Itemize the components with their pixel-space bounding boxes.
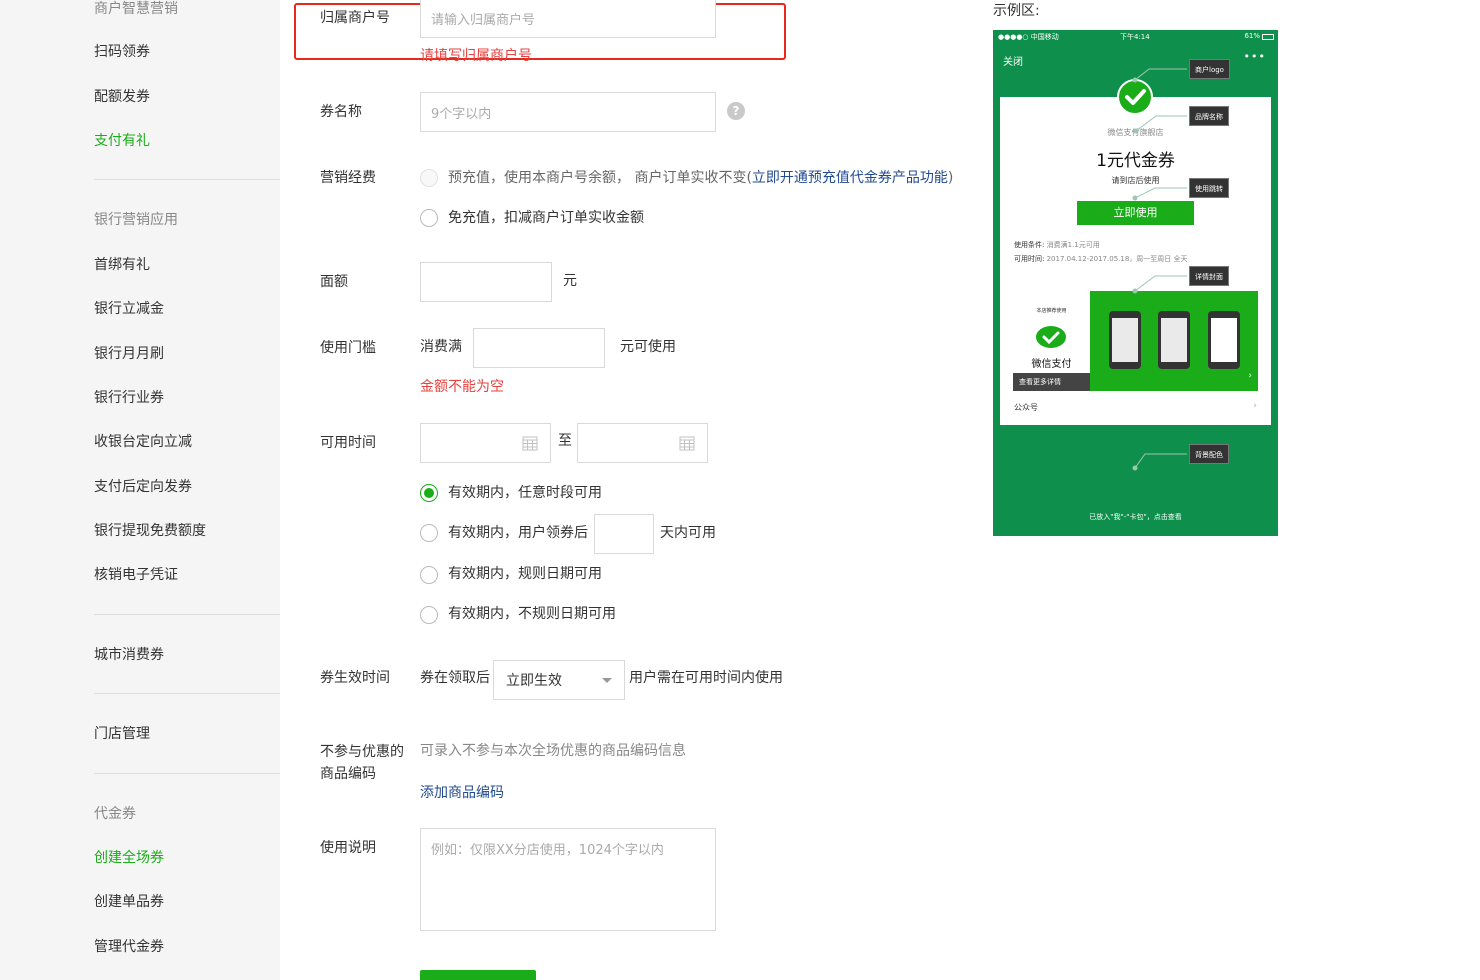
- time-regular-text: 有效期内，规则日期可用: [448, 566, 602, 582]
- time-days-prefix: 有效期内，用户领券后: [448, 525, 588, 541]
- sidebar-item-cashier-discount[interactable]: 收银台定向立减: [94, 431, 192, 451]
- sidebar-item-pay-gift[interactable]: 支付有礼: [94, 130, 150, 150]
- annotation-lines: [1132, 68, 1187, 471]
- time-regular-radio[interactable]: [420, 566, 438, 584]
- tag-use-jump: 使用跳转: [1189, 178, 1229, 198]
- sidebar-item-bank-industry[interactable]: 银行行业券: [94, 387, 164, 407]
- end-date-input[interactable]: [577, 423, 708, 463]
- phone-bottom-text: 已放入"我"-"卡包"，点击查看: [1089, 513, 1182, 521]
- threshold-suffix: 元可使用: [620, 339, 676, 355]
- sidebar-group-bank: 银行营销应用: [94, 212, 178, 228]
- exclude-hint: 可录入不参与本次全场优惠的商品编码信息: [420, 743, 686, 759]
- time-days-input[interactable]: [594, 514, 654, 554]
- sidebar-item-post-pay-coupon[interactable]: 支付后定向发券: [94, 476, 192, 496]
- sidebar-item-bank-bind-gift[interactable]: 首绑有礼: [94, 254, 150, 274]
- sidebar-divider: [94, 773, 280, 774]
- threshold-prefix: 消费满: [420, 339, 462, 355]
- sidebar-divider: [94, 614, 280, 615]
- budget-label: 营销经费: [320, 170, 376, 186]
- budget-free-text: 免充值，扣减商户订单实收金额: [448, 210, 644, 226]
- coupon-form: 归属商户号 请输入归属商户号 请填写归属商户号 券名称 9个字以内 ? 营销经费…: [280, 0, 980, 980]
- tag-brand-name: 品牌名称: [1189, 106, 1229, 126]
- threshold-error: 金额不能为空: [420, 379, 504, 395]
- sidebar-item-bank-monthly[interactable]: 银行月月刷: [94, 343, 164, 363]
- amount-label: 面额: [320, 274, 348, 290]
- amount-unit: 元: [563, 273, 577, 289]
- effect-label: 券生效时间: [320, 670, 390, 686]
- tag-merchant-logo: 商户logo: [1189, 59, 1230, 79]
- time-days-radio[interactable]: [420, 524, 438, 542]
- time-label: 可用时间: [320, 435, 376, 451]
- date-to-text: 至: [558, 433, 572, 449]
- submit-button[interactable]: [420, 970, 536, 980]
- time-irregular-radio[interactable]: [420, 606, 438, 624]
- amount-input[interactable]: [420, 262, 552, 302]
- sidebar-group-merchant-marketing: 商户智慧营销: [94, 1, 178, 17]
- effect-prefix: 券在领取后: [420, 670, 490, 686]
- sidebar-item-e-voucher[interactable]: 核销电子凭证: [94, 564, 178, 584]
- sidebar: 商户智慧营销 扫码领券 配额发券 支付有礼 银行营销应用 首绑有礼 银行立减金 …: [0, 0, 280, 980]
- sidebar-item-create-single-coupon[interactable]: 创建单品券: [94, 891, 164, 911]
- sidebar-item-manage-coupon[interactable]: 管理代金券: [94, 936, 164, 956]
- tag-detail-cover: 详情封面: [1189, 266, 1229, 286]
- sidebar-item-store-manage[interactable]: 门店管理: [94, 723, 150, 743]
- desc-label: 使用说明: [320, 840, 376, 856]
- enable-prepaid-link[interactable]: 立即开通预充值代金券产品功能: [752, 170, 948, 186]
- example-phone-preview: ●●●●○ 中国移动 下午4:14 61% 关闭 ••• 微信支付旗舰店 1元代…: [993, 30, 1278, 536]
- threshold-label: 使用门槛: [320, 340, 376, 356]
- effect-suffix: 用户需在可用时间内使用: [629, 670, 783, 686]
- help-icon[interactable]: ?: [727, 102, 745, 120]
- effect-select[interactable]: 立即生效: [493, 660, 625, 700]
- budget-free-radio[interactable]: [420, 209, 438, 227]
- merchant-input[interactable]: 请输入归属商户号: [420, 0, 716, 38]
- example-label: 示例区:: [993, 3, 1040, 19]
- calendar-icon: [522, 436, 538, 451]
- merchant-label: 归属商户号: [320, 10, 390, 26]
- exclude-label-line2: 商品编码: [320, 766, 376, 782]
- threshold-input[interactable]: [473, 328, 605, 368]
- exclude-label-line1: 不参与优惠的: [320, 744, 404, 760]
- sidebar-item-quota-coupon[interactable]: 配额发券: [94, 86, 150, 106]
- time-days-suffix: 天内可用: [660, 525, 716, 541]
- sidebar-item-bank-withdraw[interactable]: 银行提现免费额度: [94, 520, 206, 540]
- time-any-radio[interactable]: [420, 484, 438, 502]
- sidebar-divider: [94, 693, 280, 694]
- budget-prepaid-desc: 预充值，使用本商户号余额， 商户订单实收不变(: [448, 170, 752, 186]
- desc-textarea[interactable]: 例如：仅限XX分店使用，1024个字以内: [420, 828, 716, 931]
- coupon-name-label: 券名称: [320, 104, 362, 120]
- coupon-name-input[interactable]: 9个字以内: [420, 92, 716, 132]
- calendar-icon: [679, 436, 695, 451]
- time-irregular-text: 有效期内，不规则日期可用: [448, 606, 616, 622]
- sidebar-item-scan-coupon[interactable]: 扫码领券: [94, 41, 150, 61]
- effect-select-value: 立即生效: [506, 673, 562, 689]
- sidebar-item-create-full-coupon[interactable]: 创建全场券: [94, 847, 164, 867]
- chevron-down-icon: [602, 678, 612, 683]
- tag-background-color: 背景配色: [1189, 444, 1229, 464]
- sidebar-item-city-coupon[interactable]: 城市消费券: [94, 644, 164, 664]
- start-date-input[interactable]: [420, 423, 551, 463]
- time-any-text: 有效期内，任意时段可用: [448, 485, 602, 501]
- budget-prepaid-text: 预充值，使用本商户号余额， 商户订单实收不变(立即开通预充值代金券产品功能): [448, 168, 953, 188]
- sidebar-item-bank-discount[interactable]: 银行立减金: [94, 298, 164, 318]
- budget-prepaid-paren: ): [947, 170, 954, 186]
- add-product-code-link[interactable]: 添加商品编码: [420, 783, 504, 803]
- sidebar-group-voucher: 代金券: [94, 806, 136, 822]
- sidebar-divider: [94, 179, 280, 180]
- merchant-error: 请填写归属商户号: [420, 48, 532, 64]
- budget-prepaid-radio[interactable]: [420, 169, 438, 187]
